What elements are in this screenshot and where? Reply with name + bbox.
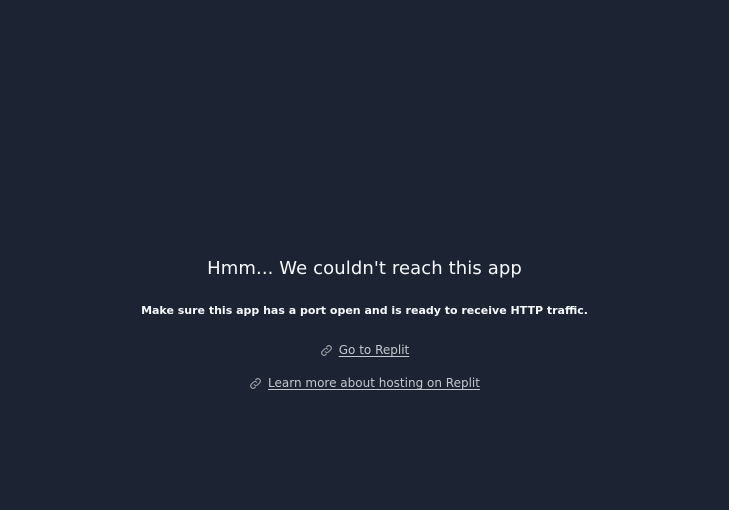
error-page: Hmm... We couldn't reach this app Make s… xyxy=(0,0,729,510)
error-content: Hmm... We couldn't reach this app Make s… xyxy=(0,256,729,391)
go-to-replit-row[interactable]: Go to Replit xyxy=(320,342,410,358)
error-title: Hmm... We couldn't reach this app xyxy=(207,258,522,279)
link-icon xyxy=(320,344,333,357)
learn-hosting-link[interactable]: Learn more about hosting on Replit xyxy=(268,375,480,391)
go-to-replit-link[interactable]: Go to Replit xyxy=(339,342,410,358)
link-icon xyxy=(249,377,262,390)
error-message: Make sure this app has a port open and i… xyxy=(141,304,588,317)
learn-hosting-row[interactable]: Learn more about hosting on Replit xyxy=(249,375,480,391)
